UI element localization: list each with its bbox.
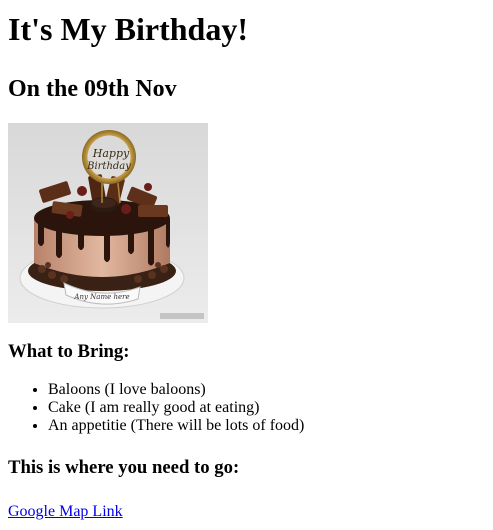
cake-topper-line2: Birthday [86,161,131,172]
list-item: An appetitie (There will be lots of food… [48,417,485,435]
list-item: Cake (I am really good at eating) [48,399,485,417]
page-subtitle: On the 09th Nov [8,76,177,102]
google-map-link[interactable]: Google Map Link [8,503,123,521]
bring-list: Baloons (I love baloons) Cake (I am real… [8,381,485,435]
location-heading: This is where you need to go: [8,457,240,478]
page-content: It's My Birthday! On the 09th Nov Any Na… [0,11,493,521]
page-title: It's My Birthday! [8,11,248,47]
birthday-cake-image: Any Name here Happy Birthday [8,123,208,323]
cake-plaque-text: Any Name here [73,293,129,301]
cake-topper-line1: Happy [92,147,130,160]
bring-heading: What to Bring: [8,341,130,362]
list-item: Baloons (I love baloons) [48,381,485,399]
